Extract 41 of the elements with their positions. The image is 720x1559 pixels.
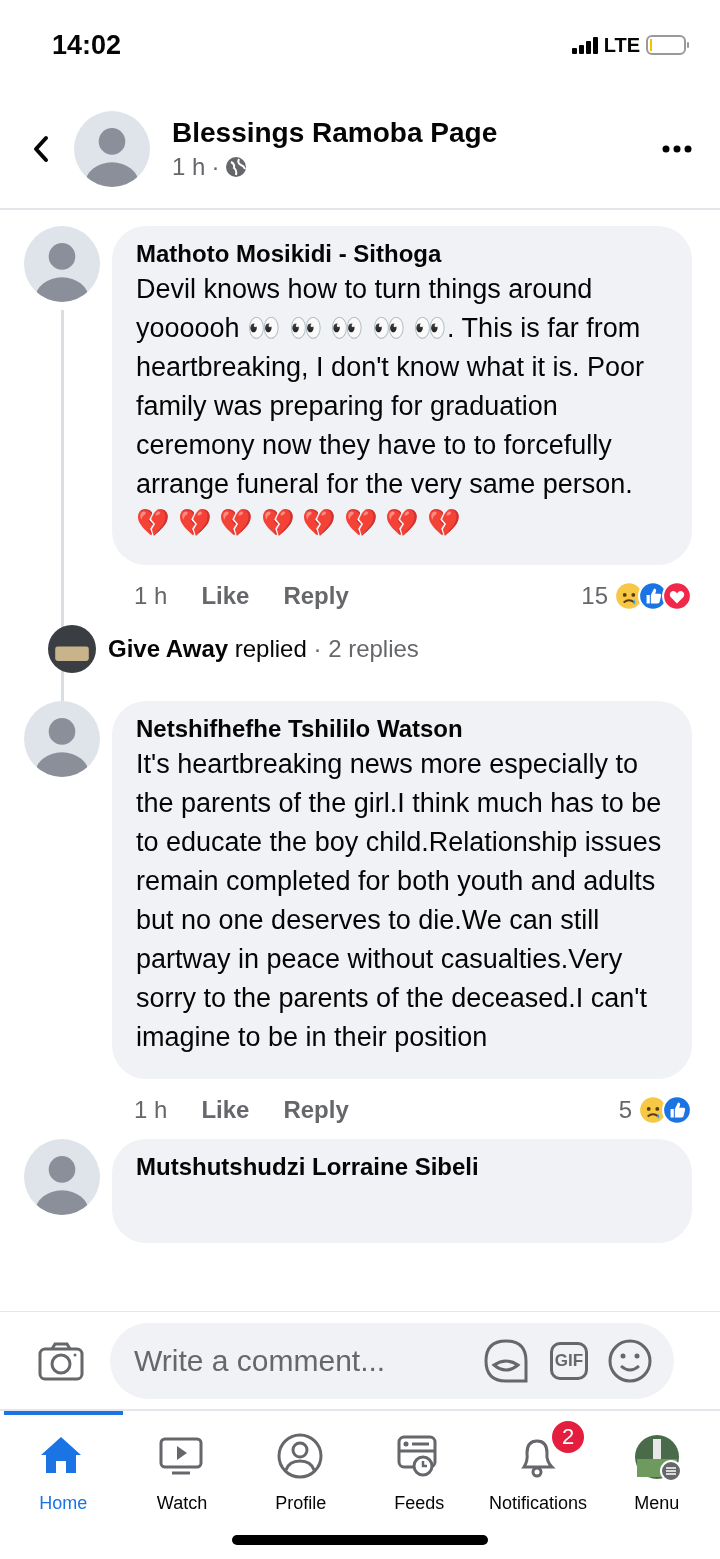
reply-summary[interactable]: Give Away replied · 2 replies: [108, 635, 419, 663]
nav-tab[interactable]: Menu: [597, 1411, 717, 1514]
comment-text: Devil knows how to turn things around yoooooh 👀 👀 👀 👀 👀. This is far from heartbreaking, I don't know what it is. Poor family was preparing for graduation ceremony now they have to to forcefully arrange funeral for the very same person. 💔 💔 💔 💔 💔 💔 💔 💔: [136, 273, 645, 540]
nav-tab[interactable]: Feeds: [360, 1411, 479, 1514]
network-label: LTE: [603, 33, 640, 57]
gif-button[interactable]: GIF: [550, 1341, 588, 1380]
menu-icon: [632, 1433, 681, 1481]
comment-action[interactable]: Like: [201, 1096, 250, 1124]
smiley-icon: [608, 1338, 652, 1383]
camera-button[interactable]: [38, 1340, 84, 1381]
comment-author[interactable]: Mutshutshudzi Lorraine Sibeli: [136, 1153, 668, 1181]
post-time: 1 h: [172, 153, 206, 181]
more-icon: [662, 145, 692, 153]
emoji-button[interactable]: [608, 1338, 652, 1383]
comment-time: 1 h: [134, 582, 168, 610]
nav-tab[interactable]: Watch: [122, 1411, 242, 1514]
clock: 14:02: [52, 29, 122, 61]
comment-action[interactable]: Reply: [283, 1096, 349, 1124]
nav-tab[interactable]: 2 Notifications: [478, 1411, 598, 1514]
page-title[interactable]: Blessings Ramoba Page: [172, 117, 640, 149]
nav-tab[interactable]: Home: [4, 1411, 123, 1514]
thumbs-up-icon: [662, 1095, 692, 1125]
more-button[interactable]: [662, 145, 692, 153]
notification-badge: 2: [552, 1421, 584, 1453]
separator-dot: ·: [211, 153, 220, 181]
battery-icon: [646, 35, 690, 55]
signal-icon: [571, 36, 598, 54]
reaction-count[interactable]: 5: [618, 1096, 632, 1124]
nav-tab[interactable]: Profile: [241, 1411, 360, 1514]
profile-icon: [276, 1433, 325, 1481]
camera-icon: [38, 1340, 84, 1381]
reaction-count[interactable]: 15: [581, 582, 608, 610]
avatar: [48, 625, 96, 673]
comment-text: It's heartbreaking news more especially to the parents of the girl.I think much has to be to educate the boy child.Relationship issues remain completed for both youth and adults but no one deserves to die.We can still partway in peace without casualties.Very sorry to the parents of the deceased.I can't imagine to be in their position: [136, 748, 663, 1054]
comment-field[interactable]: Write a comment... GIF: [110, 1322, 674, 1399]
comment-action[interactable]: Like: [201, 582, 250, 610]
comment-author[interactable]: Netshifhefhe Tshililo Watson: [136, 715, 668, 743]
comment-time: 1 h: [134, 1096, 168, 1124]
comment-author[interactable]: Mathoto Mosikidi - Sithoga: [136, 240, 668, 268]
globe-icon: [225, 156, 248, 178]
comment-action[interactable]: Reply: [283, 582, 349, 610]
